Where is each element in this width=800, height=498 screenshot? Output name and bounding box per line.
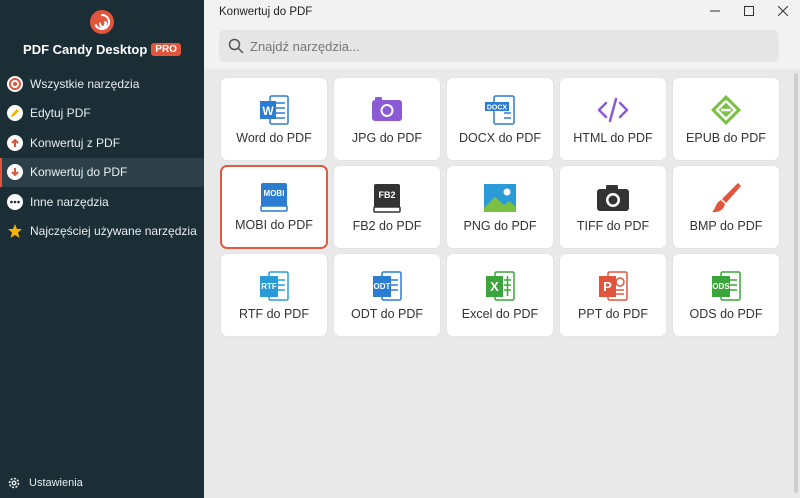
tools-panel: W Word do PDF JPG do PDF DOCX DOCX do PD… xyxy=(204,69,800,498)
sidebar-item-label: Inne narzędzia xyxy=(30,194,109,209)
sidebar-nav: Wszystkie narzędzia Edytuj PDF Konwertuj… xyxy=(0,69,204,246)
more-icon xyxy=(7,193,23,210)
convert-to-icon xyxy=(7,164,23,181)
close-button[interactable] xyxy=(766,0,800,22)
tool-label: ODT do PDF xyxy=(350,307,423,321)
tool-bmp-to-pdf[interactable]: BMP do PDF xyxy=(672,165,780,249)
tool-ods-to-pdf[interactable]: ODS ODS do PDF xyxy=(672,253,780,337)
tool-mobi-to-pdf[interactable]: MOBI MOBI do PDF xyxy=(220,165,328,249)
docx-icon: DOCX xyxy=(485,95,515,125)
settings-button[interactable]: Ustawienia xyxy=(7,476,83,490)
sidebar-item-most-used[interactable]: Najczęściej używane narzędzia xyxy=(0,217,204,247)
tool-label: FB2 do PDF xyxy=(352,219,422,233)
ods-icon: ODS xyxy=(712,271,741,301)
sidebar-item-label: Wszystkie narzędzia xyxy=(30,76,140,91)
excel-icon: X xyxy=(486,271,515,301)
tool-label: PPT do PDF xyxy=(578,307,648,321)
tool-label: PNG do PDF xyxy=(463,219,537,233)
minimize-icon xyxy=(710,10,720,12)
tool-rtf-to-pdf[interactable]: RTF RTF do PDF xyxy=(220,253,328,337)
pdf-candy-logo-icon xyxy=(90,10,114,34)
brush-icon xyxy=(712,183,741,213)
tool-jpg-to-pdf[interactable]: JPG do PDF xyxy=(333,77,441,161)
svg-text:X: X xyxy=(490,279,499,294)
sidebar-item-edit-pdf[interactable]: Edytuj PDF xyxy=(0,99,204,129)
svg-text:DOCX: DOCX xyxy=(487,105,508,112)
search-bar[interactable] xyxy=(219,30,779,62)
tool-label: JPG do PDF xyxy=(351,131,423,145)
pro-badge: PRO xyxy=(151,43,181,56)
window-title: Konwertuj do PDF xyxy=(219,6,313,18)
tool-tiff-to-pdf[interactable]: TIFF do PDF xyxy=(559,165,667,249)
minimize-button[interactable] xyxy=(698,0,732,22)
rtf-icon: RTF xyxy=(260,271,289,301)
tool-png-to-pdf[interactable]: PNG do PDF xyxy=(446,165,554,249)
tool-label: MOBI do PDF xyxy=(235,218,313,232)
tool-label: HTML do PDF xyxy=(573,131,653,145)
tool-label: Excel do PDF xyxy=(461,307,539,321)
sidebar-item-label: Konwertuj do PDF xyxy=(30,165,128,180)
tool-label: EPUB do PDF xyxy=(686,131,766,145)
epub-icon xyxy=(711,95,741,125)
tool-label: Word do PDF xyxy=(236,131,312,145)
tool-ppt-to-pdf[interactable]: P PPT do PDF xyxy=(559,253,667,337)
brand: PDF Candy Desktop PRO xyxy=(0,9,204,57)
tool-word-to-pdf[interactable]: W Word do PDF xyxy=(220,77,328,161)
word-icon: W xyxy=(260,95,289,125)
tool-label: BMP do PDF xyxy=(689,219,763,233)
fb2-icon: FB2 xyxy=(373,184,401,213)
tool-label: ODS do PDF xyxy=(689,307,763,321)
search-icon xyxy=(228,38,244,54)
scrollbar[interactable] xyxy=(794,73,798,493)
tool-label: DOCX do PDF xyxy=(459,131,541,145)
main-area: Konwertuj do PDF W Word do PDF xyxy=(204,0,800,498)
sidebar-item-other-tools[interactable]: Inne narzędzia xyxy=(0,187,204,217)
svg-text:W: W xyxy=(262,104,274,118)
tool-odt-to-pdf[interactable]: ODT ODT do PDF xyxy=(333,253,441,337)
tool-excel-to-pdf[interactable]: X Excel do PDF xyxy=(446,253,554,337)
maximize-icon xyxy=(744,6,754,16)
sidebar-item-label: Konwertuj z PDF xyxy=(30,135,121,150)
target-icon xyxy=(7,75,23,92)
svg-text:P: P xyxy=(603,279,612,294)
convert-from-icon xyxy=(7,134,23,151)
window-controls xyxy=(698,0,800,22)
tool-html-to-pdf[interactable]: HTML do PDF xyxy=(559,77,667,161)
sidebar-item-convert-to-pdf[interactable]: Konwertuj do PDF xyxy=(0,157,204,187)
tool-docx-to-pdf[interactable]: DOCX DOCX do PDF xyxy=(446,77,554,161)
star-icon xyxy=(7,223,23,239)
tool-label: TIFF do PDF xyxy=(576,219,650,233)
gear-icon xyxy=(8,477,20,489)
tool-fb2-to-pdf[interactable]: FB2 FB2 do PDF xyxy=(333,165,441,249)
svg-text:ODS: ODS xyxy=(712,282,730,291)
camera-icon xyxy=(372,97,402,121)
sidebar-item-label: Edytuj PDF xyxy=(30,106,91,121)
search-input[interactable] xyxy=(250,38,750,54)
camera-icon xyxy=(597,185,629,211)
sidebar-item-convert-from-pdf[interactable]: Konwertuj z PDF xyxy=(0,128,204,158)
ppt-icon: P xyxy=(599,271,628,301)
odt-icon: ODT xyxy=(373,271,402,301)
app-name: PDF Candy Desktop xyxy=(23,42,148,57)
sidebar-item-label: Najczęściej używane narzędzia xyxy=(30,224,197,239)
svg-text:RTF: RTF xyxy=(261,282,277,291)
sidebar: PDF Candy Desktop PRO Wszystkie narzędzi… xyxy=(0,0,204,498)
settings-label: Ustawienia xyxy=(29,477,83,489)
edit-icon xyxy=(7,105,23,122)
close-icon xyxy=(778,6,788,16)
svg-text:FB2: FB2 xyxy=(378,190,395,200)
mobi-icon: MOBI xyxy=(260,183,288,212)
maximize-button[interactable] xyxy=(732,0,766,22)
sidebar-item-all-tools[interactable]: Wszystkie narzędzia xyxy=(0,69,204,99)
code-icon xyxy=(597,97,629,123)
tools-grid: W Word do PDF JPG do PDF DOCX DOCX do PD… xyxy=(220,77,780,337)
svg-text:ODT: ODT xyxy=(374,282,391,291)
tool-epub-to-pdf[interactable]: EPUB do PDF xyxy=(672,77,780,161)
tool-label: RTF do PDF xyxy=(239,307,309,321)
svg-text:MOBI: MOBI xyxy=(264,189,285,198)
image-icon xyxy=(484,184,516,212)
